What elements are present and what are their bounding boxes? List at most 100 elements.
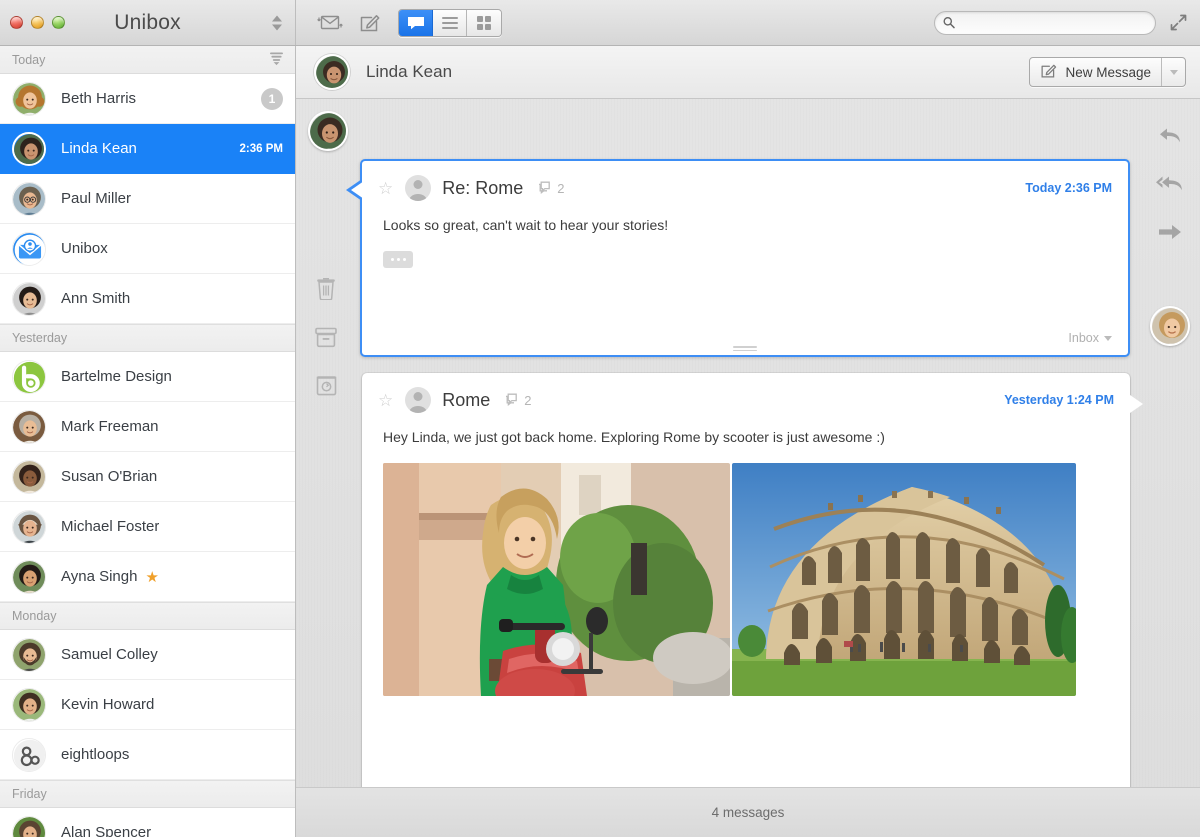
sidebar-section-header: Monday — [0, 602, 295, 630]
avatar — [12, 509, 46, 544]
search-input[interactable] — [959, 15, 1147, 30]
sidebar-item-beth-harris[interactable]: Beth Harris 1 — [0, 74, 295, 124]
attachment-previews[interactable] — [362, 447, 1130, 697]
title-bar-left: Unibox — [0, 0, 296, 45]
avatar — [12, 131, 46, 166]
sidebar-item-label: Alan Spencer — [61, 824, 152, 837]
avatar — [12, 281, 46, 316]
sidebar-item-label: Linda Kean — [61, 140, 137, 157]
new-message-dropdown-icon[interactable] — [1161, 58, 1185, 86]
title-bar: Unibox — [0, 0, 1200, 46]
message-timestamp: Yesterday 1:24 PM — [1004, 393, 1114, 407]
sidebar-item-label: Bartelme Design — [61, 368, 172, 385]
sidebar-item-label: Kevin Howard — [61, 696, 155, 713]
sidebar-item-label: Samuel Colley — [61, 646, 158, 663]
sidebar-header: Today — [0, 46, 295, 74]
photo-woman-scooter[interactable] — [383, 463, 730, 697]
status-bar: 4 messages — [296, 787, 1200, 837]
recipient-avatar-placeholder — [405, 387, 432, 413]
photo-colosseum[interactable] — [732, 463, 1076, 697]
avatar — [12, 231, 46, 266]
sidebar-item-susan-o-brian[interactable]: Susan O'Brian — [0, 452, 295, 502]
compose-icon — [1040, 62, 1057, 82]
sidebar-item-samuel-colley[interactable]: Samuel Colley — [0, 630, 295, 680]
recipient-count: 2 — [537, 181, 565, 196]
message-subject: Rome — [442, 389, 491, 410]
conversation-header: Linda Kean New Message — [296, 46, 1200, 99]
sidebar-item-ayna-singh[interactable]: Ayna Singh ★ — [0, 552, 295, 602]
sidebar-item-label: Michael Foster — [61, 518, 160, 535]
send-receive-icon[interactable] — [310, 8, 350, 38]
fullscreen-icon[interactable] — [1168, 13, 1188, 33]
unibox-app-window: Unibox Today Beth Harris 1 Linda Kean 2:… — [0, 0, 1200, 837]
sidebar-item-label: Beth Harris — [61, 90, 137, 107]
message-timestamp: Today 2:36 PM — [1025, 181, 1112, 195]
resize-grip[interactable] — [733, 346, 757, 351]
minimize-button[interactable] — [31, 16, 44, 29]
recipients-icon — [539, 181, 551, 195]
sidebar-item-label: eightloops — [61, 746, 130, 763]
expand-quoted-text-button[interactable] — [383, 251, 413, 269]
message-thread[interactable]: ☆ Re: Rome 2 Today 2:36 PM Looks so grea… — [296, 99, 1200, 787]
star-icon[interactable]: ☆ — [378, 180, 393, 197]
filter-icon[interactable] — [269, 51, 284, 68]
sidebar-item-ann-smith[interactable]: Ann Smith — [0, 274, 295, 324]
sidebar-list[interactable]: Beth Harris 1 Linda Kean 2:36 PM Paul Mi… — [0, 74, 295, 837]
sidebar-header-label: Today — [12, 52, 46, 67]
list-view-button[interactable] — [433, 9, 467, 36]
avatar — [12, 359, 46, 394]
sender-avatar-msg1 — [308, 111, 348, 151]
recipient-count: 2 — [504, 393, 532, 408]
main-body: Today Beth Harris 1 Linda Kean 2:36 PM P… — [0, 46, 1200, 837]
grid-view-button[interactable] — [467, 9, 501, 36]
message-header: ☆ Rome 2 Yesterday 1:24 PM — [362, 373, 1130, 413]
contact-avatar — [314, 54, 350, 90]
view-mode-segmented-control[interactable] — [398, 8, 502, 37]
close-button[interactable] — [10, 16, 23, 29]
new-message-label: New Message — [1065, 64, 1151, 80]
sidebar-item-eightloops[interactable]: eightloops — [0, 730, 295, 780]
avatar — [12, 81, 46, 116]
sidebar-item-unibox[interactable]: Unibox — [0, 224, 295, 274]
sidebar-item-label: Ayna Singh — [61, 568, 138, 585]
avatar — [12, 637, 46, 672]
zoom-button[interactable] — [52, 16, 65, 29]
avatar — [12, 737, 46, 772]
sidebar-item-paul-miller[interactable]: Paul Miller — [0, 174, 295, 224]
star-icon[interactable]: ★ — [145, 568, 158, 586]
sidebar-item-label: Paul Miller — [61, 190, 132, 207]
conversation-view-button[interactable] — [399, 9, 433, 36]
conversation-pane: Linda Kean New Message ☆ Re: Rome 2 Toda… — [296, 46, 1200, 837]
sidebar-item-mark-freeman[interactable]: Mark Freeman — [0, 402, 295, 452]
conversation-title: Linda Kean — [366, 62, 453, 81]
message-footer: 2 Attachments 196 KB Inbox — [362, 779, 1130, 787]
message-count-label: 4 messages — [711, 805, 785, 820]
sidebar-item-linda-kean[interactable]: Linda Kean 2:36 PM — [0, 124, 295, 174]
message-card-selected[interactable]: ☆ Re: Rome 2 Today 2:36 PM Looks so grea… — [346, 159, 1130, 357]
message-body: Looks so great, can't wait to hear your … — [383, 217, 669, 233]
sidebar-item-bartelme-design[interactable]: Bartelme Design — [0, 352, 295, 402]
sidebar-item-michael-foster[interactable]: Michael Foster — [0, 502, 295, 552]
recipients-icon — [506, 393, 518, 407]
compose-icon[interactable] — [350, 8, 390, 38]
avatar — [12, 687, 46, 722]
sort-stepper-icon[interactable] — [272, 15, 282, 30]
sidebar-item-label: Ann Smith — [61, 290, 131, 307]
window-controls[interactable] — [10, 16, 65, 29]
message-cards: ☆ Re: Rome 2 Today 2:36 PM Looks so grea… — [296, 99, 1200, 787]
search-field[interactable] — [934, 10, 1156, 35]
message-body: Hey Linda, we just got back home. Explor… — [383, 429, 885, 445]
title-bar-right — [296, 0, 1200, 45]
folder-selector[interactable]: Inbox — [1068, 331, 1112, 345]
avatar — [12, 559, 46, 594]
avatar — [12, 181, 46, 216]
star-icon[interactable]: ☆ — [378, 392, 393, 409]
sidebar-item-kevin-howard[interactable]: Kevin Howard — [0, 680, 295, 730]
unread-badge: 1 — [261, 87, 283, 110]
message-card-with-attachments[interactable]: ☆ Rome 2 Yesterday 1:24 PM Hey Linda, we… — [362, 373, 1143, 787]
sidebar-item-alan-spencer[interactable]: Alan Spencer — [0, 808, 295, 837]
avatar — [12, 459, 46, 494]
new-message-button[interactable]: New Message — [1029, 57, 1186, 87]
sidebar-item-label: Unibox — [61, 240, 108, 257]
sidebar-section-header: Friday — [0, 780, 295, 808]
